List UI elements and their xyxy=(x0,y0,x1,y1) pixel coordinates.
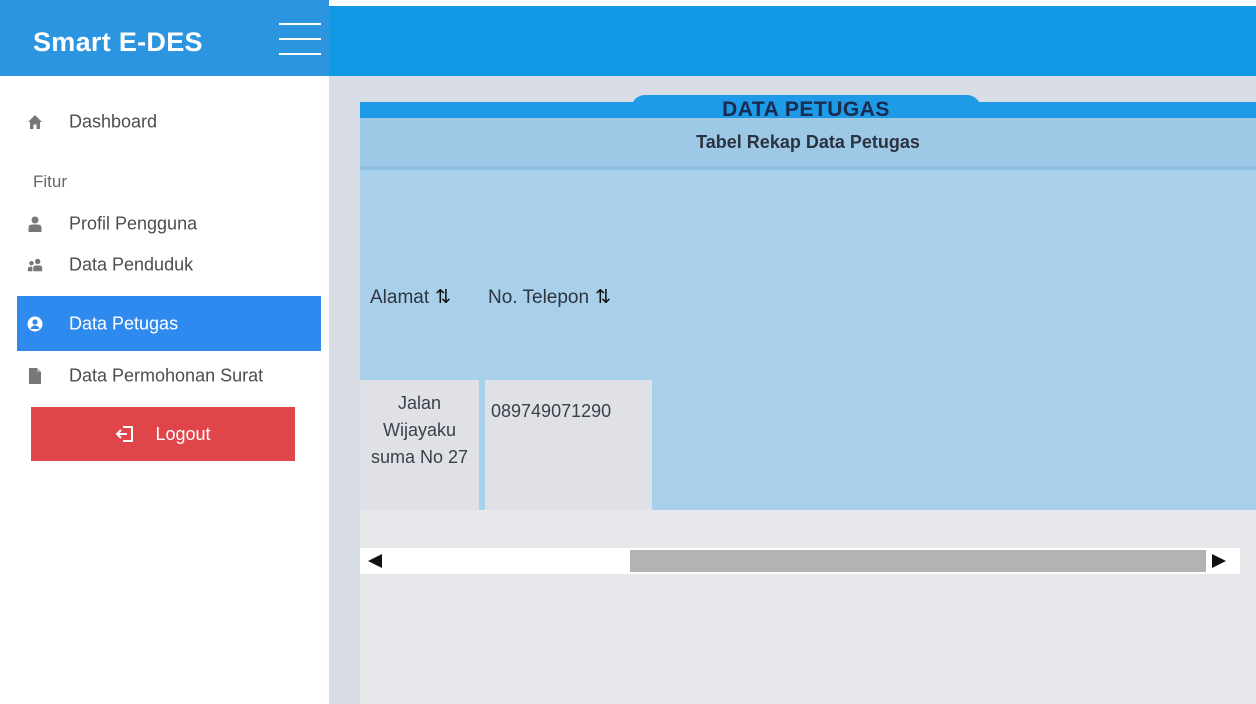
scroll-right-icon[interactable] xyxy=(1212,554,1226,568)
logout-icon xyxy=(116,426,134,442)
sidebar-item-label: Data Petugas xyxy=(69,313,179,333)
logout-label: Logout xyxy=(155,423,211,444)
app-title: Smart E-DES xyxy=(33,27,203,57)
users-icon xyxy=(27,256,43,274)
column-header-no-telepon[interactable]: No. Telepon ⇅ xyxy=(488,286,611,309)
sidebar-item-label: Dashboard xyxy=(69,111,158,132)
user-icon xyxy=(27,215,43,233)
data-table-panel: Tabel Rekap Data Petugas Alamat ⇅ No. Tel… xyxy=(360,118,1256,510)
sidebar-item-data-penduduk[interactable]: Data Penduduk xyxy=(17,245,321,285)
home-icon xyxy=(27,113,43,131)
sort-icon[interactable]: ⇅ xyxy=(595,287,611,308)
sidebar-item-label: Profil Pengguna xyxy=(69,213,198,234)
sort-icon[interactable]: ⇅ xyxy=(435,287,451,308)
section-label-fitur: Fitur xyxy=(33,172,67,191)
table-scroll-area xyxy=(360,510,1256,704)
sidebar-item-label: Data Permohonan Surat xyxy=(69,365,264,386)
scroll-thumb[interactable] xyxy=(630,550,1206,572)
scroll-left-icon[interactable] xyxy=(368,554,382,568)
file-icon xyxy=(27,367,43,385)
column-header-label: Alamat xyxy=(370,287,430,308)
column-header-label: No. Telepon xyxy=(488,287,590,308)
menu-toggle-icon[interactable] xyxy=(279,21,321,57)
top-bar xyxy=(329,0,1256,76)
user-circle-icon xyxy=(27,315,43,333)
column-header-alamat[interactable]: Alamat ⇅ xyxy=(370,286,451,309)
sidebar-item-data-permohonan-surat[interactable]: Data Permohonan Surat xyxy=(17,356,321,396)
sidebar-item-dashboard[interactable]: Dashboard xyxy=(17,102,321,142)
sidebar: Smart E-DES Dashboard Fitur Profil Pengg… xyxy=(0,0,329,704)
logout-button[interactable]: Logout xyxy=(31,407,295,461)
horizontal-scrollbar[interactable] xyxy=(360,548,1240,574)
table-cell-alamat: Jalan Wijayaku suma No 27 xyxy=(360,380,482,510)
main-content: DATA PETUGAS Tabel Rekap Data Petugas Al… xyxy=(329,76,1256,704)
table-cell-telepon: 089749071290 xyxy=(485,380,652,510)
sidebar-item-data-petugas[interactable]: Data Petugas xyxy=(17,296,321,351)
brand-header: Smart E-DES xyxy=(0,0,329,76)
sidebar-item-label: Data Penduduk xyxy=(69,254,194,275)
table-subtitle: Tabel Rekap Data Petugas xyxy=(360,118,1256,170)
sidebar-item-profil-pengguna[interactable]: Profil Pengguna xyxy=(17,204,321,244)
